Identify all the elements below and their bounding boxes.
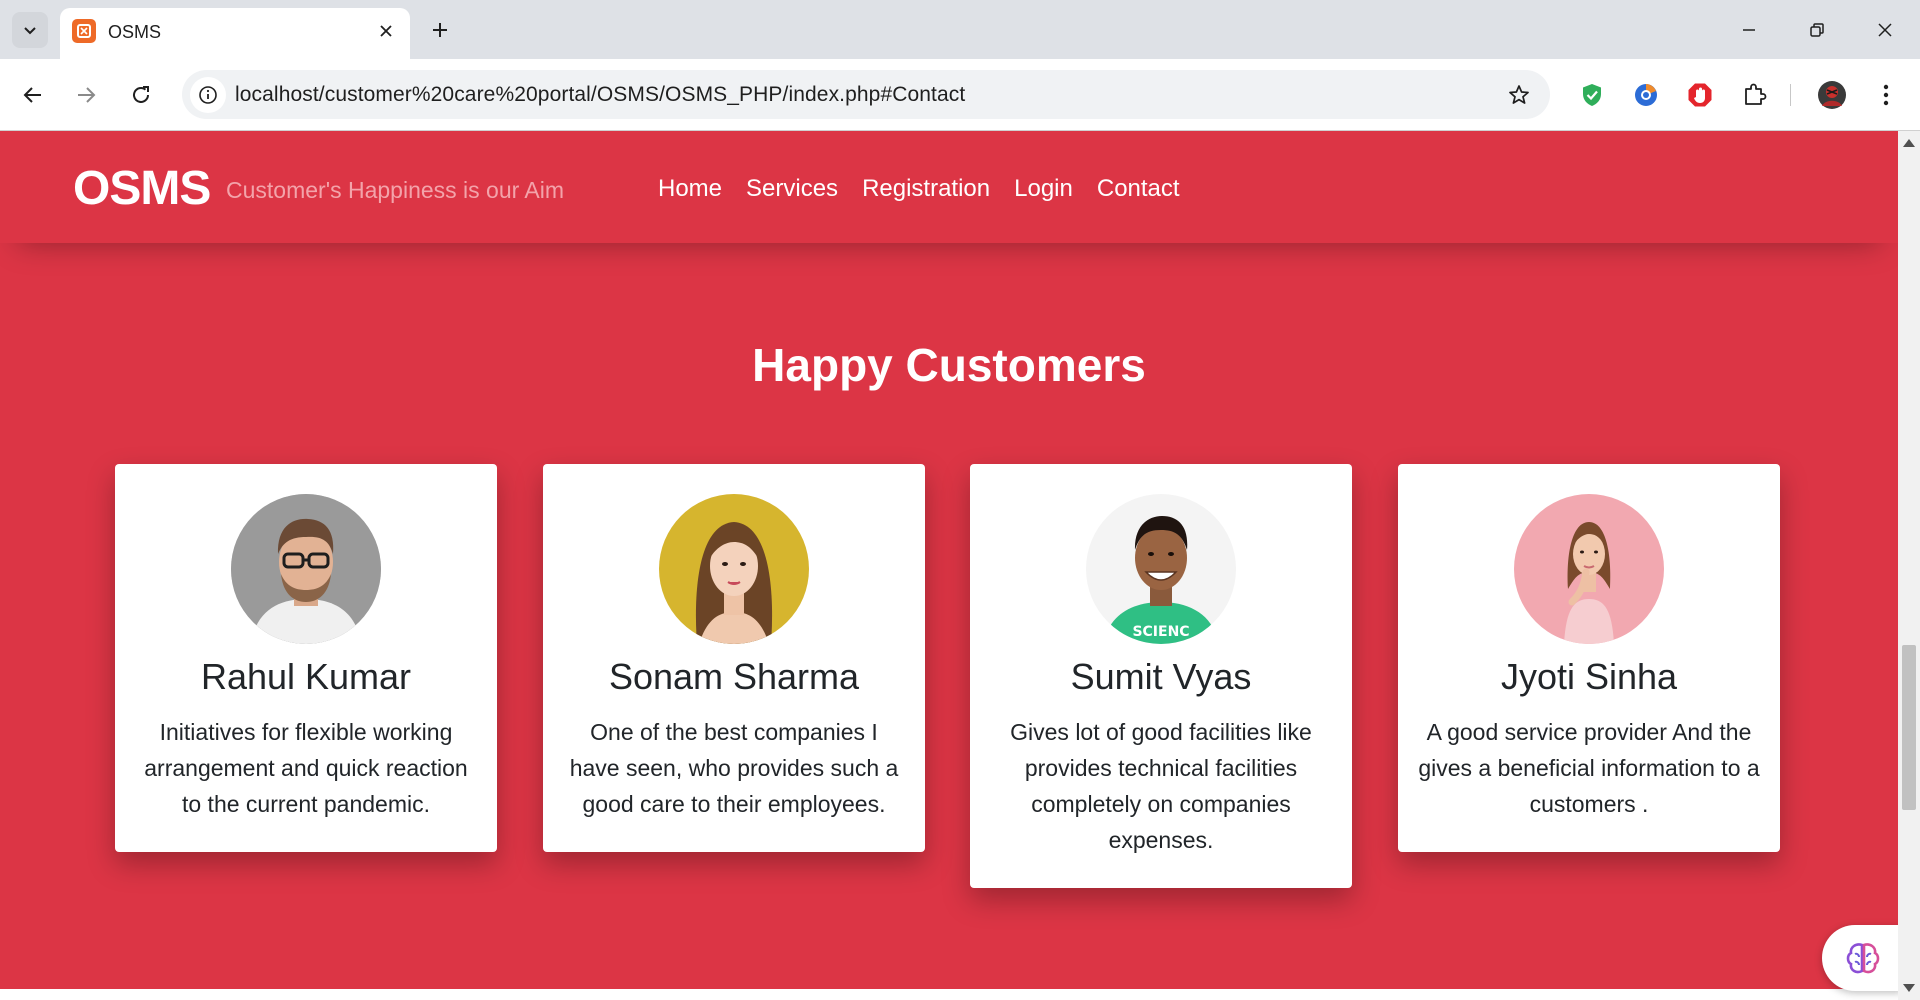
customer-card: Jyoti Sinha A good service provider And … (1398, 464, 1780, 852)
customer-name: Sonam Sharma (608, 656, 860, 697)
customer-testimonial: A good service provider And the gives a … (1418, 719, 1760, 817)
customer-testimonial: One of the best companies I have seen, w… (569, 719, 899, 817)
browser-tab[interactable]: OSMS (60, 8, 410, 59)
toolbar-divider (1790, 84, 1791, 106)
close-icon (380, 25, 392, 37)
nav-links: Home Services Registration Login Contact (658, 175, 1180, 203)
bookmark-star-button[interactable] (1506, 82, 1532, 108)
customer-avatar: SCIENC (1086, 494, 1236, 644)
customer-avatar (659, 494, 809, 644)
brain-icon (1846, 943, 1880, 974)
tab-title: OSMS (108, 22, 162, 42)
nav-link-home[interactable]: Home (658, 175, 722, 203)
extensions-puzzle-icon (1745, 83, 1767, 105)
window-close-button[interactable] (1862, 10, 1908, 50)
svg-text:SCIENC: SCIENC (1132, 624, 1189, 640)
tab-search-button[interactable] (12, 12, 48, 48)
scroll-up-arrow-icon[interactable] (1903, 139, 1915, 147)
site-info-button[interactable] (190, 77, 226, 113)
plus-icon (433, 23, 447, 37)
customer-testimonial: Initiatives for flexible working arrange… (144, 719, 468, 817)
shield-extension-icon (1583, 84, 1601, 106)
nav-link-services[interactable]: Services (746, 175, 838, 203)
browser-extension-icon (1635, 84, 1657, 106)
site-navbar: OSMS Customer's Happiness is our Aim Hom… (0, 131, 1898, 243)
forward-button[interactable] (67, 76, 105, 114)
assistant-floating-button[interactable] (1822, 925, 1902, 991)
profile-avatar-icon (1818, 81, 1846, 109)
new-tab-button[interactable] (424, 14, 456, 46)
reload-icon (133, 86, 149, 103)
url-text[interactable]: localhost/customer%20care%20portal/OSMS/… (235, 83, 965, 107)
address-bar[interactable]: localhost/customer%20care%20portal/OSMS/… (182, 70, 1550, 119)
shield-extension-button[interactable] (1576, 79, 1608, 111)
chevron-down-icon (24, 27, 36, 35)
extensions-button[interactable] (1738, 79, 1770, 111)
forward-icon (78, 87, 96, 103)
adblock-extension-icon (1688, 83, 1712, 107)
close-tab-button[interactable] (374, 19, 398, 43)
profile-button[interactable] (1816, 79, 1848, 111)
back-icon (23, 87, 41, 103)
star-icon (1509, 85, 1529, 104)
browser-menu-button[interactable] (1870, 79, 1902, 111)
customer-card: Rahul Kumar Initiatives for flexible wor… (115, 464, 497, 852)
restore-icon (1810, 23, 1824, 37)
customer-avatar (231, 494, 381, 644)
scroll-down-arrow-icon[interactable] (1903, 984, 1915, 992)
page-scrollbar[interactable] (1898, 131, 1920, 1000)
favicon-icon (72, 19, 96, 43)
restore-button[interactable] (1794, 10, 1840, 50)
site-tagline: Customer's Happiness is our Aim (226, 177, 565, 203)
menu-dots-icon (1883, 84, 1889, 106)
site-info-icon (199, 86, 217, 104)
adblock-extension-button[interactable] (1684, 79, 1716, 111)
minimize-button[interactable] (1726, 10, 1772, 50)
nav-link-contact[interactable]: Contact (1097, 175, 1180, 203)
browser-tab-strip: OSMS (0, 0, 1920, 59)
window-close-icon (1878, 23, 1892, 37)
back-button[interactable] (14, 76, 52, 114)
nav-link-login[interactable]: Login (1014, 175, 1073, 203)
customer-testimonial: Gives lot of good facilities like provid… (1010, 719, 1312, 853)
scrollbar-thumb[interactable] (1902, 645, 1916, 810)
site-brand-logo[interactable]: OSMS (73, 161, 211, 216)
section-title: Happy Customers (752, 339, 1146, 391)
customer-card: Sonam Sharma One of the best companies I… (543, 464, 925, 852)
minimize-icon (1743, 29, 1755, 31)
page-viewport: OSMS Customer's Happiness is our Aim Hom… (0, 131, 1898, 989)
customer-name: Rahul Kumar (200, 656, 412, 697)
nav-link-registration[interactable]: Registration (862, 175, 990, 203)
browser-toolbar: localhost/customer%20care%20portal/OSMS/… (0, 59, 1920, 131)
reload-button[interactable] (122, 76, 160, 114)
customer-card: SCIENC Sumit Vyas Gives lot of good faci… (970, 464, 1352, 888)
customer-name: Sumit Vyas (1070, 656, 1252, 697)
page-bottom-strip (0, 989, 1898, 1000)
customer-avatar (1514, 494, 1664, 644)
browser-extension-button[interactable] (1630, 79, 1662, 111)
customer-name: Jyoti Sinha (1500, 656, 1678, 697)
